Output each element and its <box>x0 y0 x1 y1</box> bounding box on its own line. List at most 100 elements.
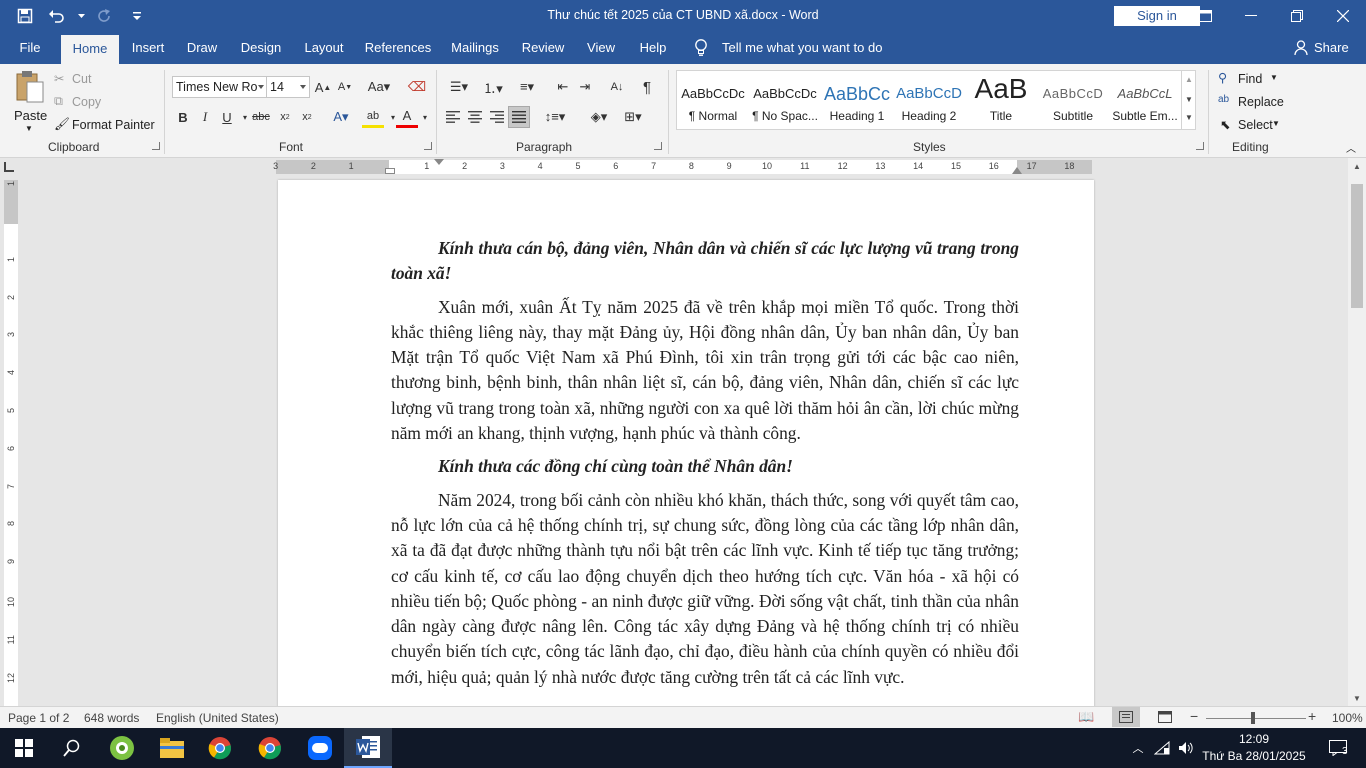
tab-design[interactable]: Design <box>234 32 288 64</box>
zoom-slider-thumb[interactable] <box>1251 712 1255 724</box>
gallery-down-icon[interactable]: ▼ <box>1185 95 1193 104</box>
print-layout-icon[interactable] <box>1112 707 1140 727</box>
find-button[interactable]: Find <box>1238 72 1262 86</box>
select-dropdown-icon[interactable]: ▼ <box>1272 119 1280 128</box>
style-heading-2[interactable]: AaBbCcD Heading 2 <box>893 71 965 129</box>
bullets-icon[interactable]: ☰▾ <box>444 76 474 98</box>
grow-font-icon[interactable]: A ▲ <box>312 76 334 98</box>
right-indent-marker[interactable] <box>1012 167 1022 174</box>
search-icon[interactable] <box>48 728 96 768</box>
paragraph-launcher-icon[interactable] <box>654 142 662 150</box>
tab-mailings[interactable]: Mailings <box>444 32 506 64</box>
tell-me-search[interactable]: Tell me what you want to do <box>694 32 882 64</box>
left-indent-marker[interactable] <box>385 168 395 174</box>
system-clock[interactable]: 12:09 Thứ Ba 28/01/2025 <box>1200 731 1308 765</box>
document-body[interactable]: Kính thưa cán bộ, đảng viên, Nhân dân và… <box>391 236 1019 698</box>
style-subtitle[interactable]: AaBbCcD Subtitle <box>1037 71 1109 129</box>
paste-button[interactable]: Paste ▼ <box>10 70 48 136</box>
tab-insert[interactable]: Insert <box>124 32 172 64</box>
minimize-icon[interactable] <box>1228 0 1274 32</box>
clear-formatting-icon[interactable]: ⌫ <box>406 76 428 98</box>
tab-layout[interactable]: Layout <box>297 32 351 64</box>
increase-indent-icon[interactable]: ⇥ <box>574 76 596 98</box>
word-count[interactable]: 648 words <box>84 711 139 725</box>
bold-icon[interactable]: B <box>172 106 194 128</box>
format-painter-button[interactable]: Format Painter <box>72 118 155 132</box>
styles-launcher-icon[interactable] <box>1196 142 1204 150</box>
vertical-ruler[interactable]: 1 1 2 3 4 5 6 7 8 9 10 11 12 <box>4 180 18 706</box>
file-explorer-icon[interactable] <box>148 728 196 768</box>
replace-button[interactable]: Replace <box>1238 95 1284 109</box>
copy-button[interactable]: Copy <box>72 95 101 109</box>
style-title[interactable]: AaB Title <box>965 71 1037 129</box>
cut-icon[interactable]: ✂ <box>54 71 64 86</box>
zalo-icon[interactable] <box>296 728 344 768</box>
tab-home[interactable]: Home <box>61 35 119 64</box>
tab-help[interactable]: Help <box>632 32 674 64</box>
justify-icon[interactable] <box>508 106 530 128</box>
font-name-box[interactable]: Times New Ro <box>172 76 268 98</box>
select-button[interactable]: Select <box>1238 118 1273 132</box>
web-layout-icon[interactable] <box>1158 711 1172 726</box>
decrease-indent-icon[interactable]: ⇤ <box>552 76 574 98</box>
ribbon-display-options-icon[interactable] <box>1182 0 1228 32</box>
clipboard-launcher-icon[interactable] <box>152 142 160 150</box>
align-left-icon[interactable] <box>442 106 464 128</box>
strikethrough-icon[interactable]: abc <box>250 106 272 128</box>
language-status[interactable]: English (United States) <box>156 711 279 725</box>
network-icon[interactable] <box>1150 728 1174 768</box>
close-icon[interactable] <box>1320 0 1366 32</box>
font-size-box[interactable]: 14 <box>266 76 310 98</box>
tab-draw[interactable]: Draw <box>180 32 224 64</box>
scroll-down-icon[interactable]: ▼ <box>1348 690 1366 706</box>
cut-button[interactable]: Cut <box>72 72 91 86</box>
tab-review[interactable]: Review <box>516 32 570 64</box>
tab-view[interactable]: View <box>580 32 622 64</box>
numbering-icon[interactable]: ⒈▾ <box>478 76 508 98</box>
restore-icon[interactable] <box>1274 0 1320 32</box>
word-taskbar-icon[interactable] <box>344 728 392 768</box>
highlight-icon[interactable]: ab <box>362 106 384 128</box>
style-no-spacing[interactable]: AaBbCcDc ¶ No Spac... <box>749 71 821 129</box>
tab-references[interactable]: References <box>362 32 434 64</box>
document-area[interactable]: Kính thưa cán bộ, đảng viên, Nhân dân và… <box>20 176 1348 706</box>
horizontal-ruler[interactable]: 3 2 1 1 2 3 4 5 6 7 8 9 10 11 12 13 14 15 16 17 18 <box>273 159 1092 174</box>
font-launcher-icon[interactable] <box>424 142 432 150</box>
subscript-icon[interactable]: x2 <box>274 106 296 128</box>
share-button[interactable]: Share <box>1294 32 1349 64</box>
chrome-icon[interactable] <box>196 728 244 768</box>
align-right-icon[interactable] <box>486 106 508 128</box>
notification-center-icon[interactable]: 3 <box>1322 728 1354 768</box>
greeting-paragraph[interactable]: Kính thưa các đồng chí cùng toàn thể Nhâ… <box>391 454 1019 479</box>
align-center-icon[interactable] <box>464 106 486 128</box>
style-heading-1[interactable]: AaBbCc Heading 1 <box>821 71 893 129</box>
select-icon[interactable]: ⬉ <box>1220 117 1230 132</box>
text-effects-icon[interactable]: A▾ <box>330 106 352 128</box>
shrink-font-icon[interactable]: A ▼ <box>334 76 356 98</box>
body-paragraph[interactable]: Xuân mới, xuân Ất Tỵ năm 2025 đã về trên… <box>391 295 1019 447</box>
borders-icon[interactable]: ⊞▾ <box>618 106 648 128</box>
windows-start-icon[interactable] <box>0 728 48 768</box>
greeting-paragraph[interactable]: Kính thưa cán bộ, đảng viên, Nhân dân và… <box>391 236 1019 287</box>
scroll-thumb[interactable] <box>1351 184 1363 308</box>
gallery-up-icon[interactable]: ▲ <box>1185 75 1193 84</box>
page-count[interactable]: Page 1 of 2 <box>8 711 69 725</box>
multilevel-list-icon[interactable]: ≡▾ <box>512 76 542 98</box>
gallery-more-icon[interactable]: ▼ <box>1185 113 1193 122</box>
find-icon[interactable]: ⚲ <box>1218 70 1227 85</box>
sort-icon[interactable]: A↓ <box>606 76 628 98</box>
superscript-icon[interactable]: x2 <box>296 106 318 128</box>
body-paragraph[interactable]: Năm 2024, trong bối cảnh còn nhiều khó k… <box>391 488 1019 690</box>
show-formatting-marks-icon[interactable]: ¶ <box>636 76 658 98</box>
copy-icon[interactable]: ⧉ <box>54 94 63 109</box>
read-mode-icon[interactable]: 📖 <box>1078 709 1094 725</box>
chrome-profile-icon[interactable] <box>246 728 294 768</box>
zoom-in-icon[interactable]: + <box>1308 708 1316 724</box>
line-spacing-icon[interactable]: ↕≡▾ <box>540 106 570 128</box>
first-line-indent-marker[interactable] <box>434 159 444 165</box>
show-hidden-icons-icon[interactable]: ︿ <box>1126 728 1150 768</box>
coccoc-browser-icon[interactable] <box>98 728 146 768</box>
scroll-up-icon[interactable]: ▲ <box>1348 158 1366 174</box>
shading-icon[interactable]: ◈▾ <box>584 106 614 128</box>
font-color-dropdown-icon[interactable]: ▾ <box>414 106 436 128</box>
